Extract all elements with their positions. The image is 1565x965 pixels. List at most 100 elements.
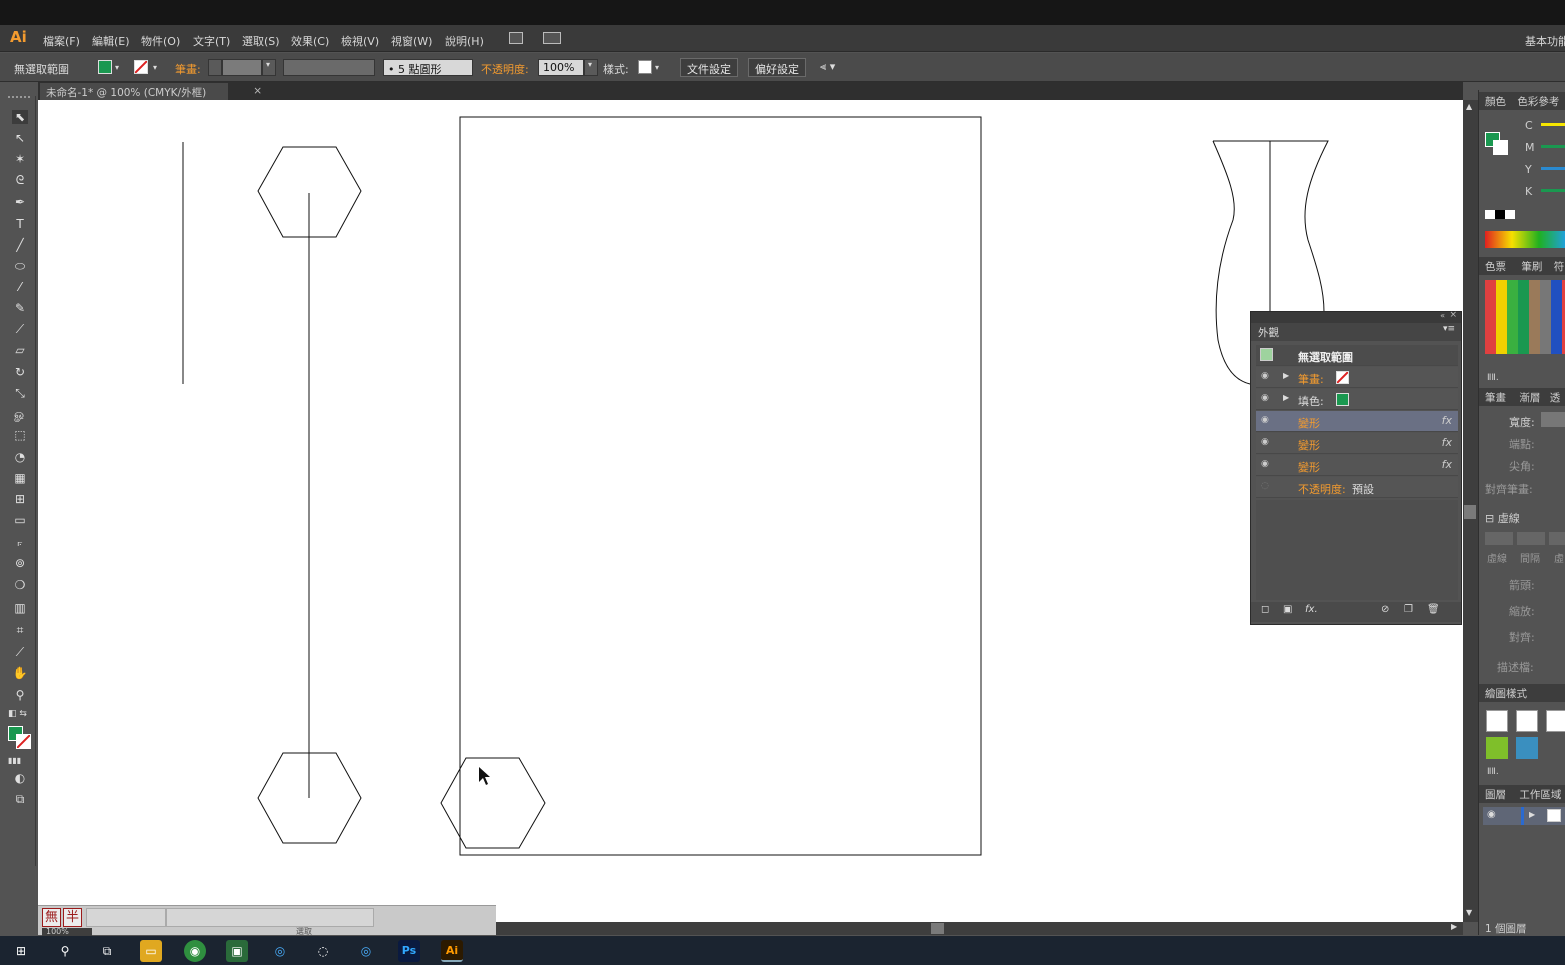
tab-appearance[interactable]: 外觀 bbox=[1258, 325, 1279, 340]
graphic-style-library-icon[interactable]: ⅡⅡ. bbox=[1487, 767, 1499, 777]
rectangle-frame[interactable] bbox=[459, 116, 982, 856]
mesh-tool-icon[interactable]: ⊞ bbox=[12, 492, 28, 506]
eyedropper-tool-icon[interactable]: ⟔ bbox=[12, 535, 28, 549]
vase-left-edge[interactable] bbox=[1212, 140, 1251, 385]
add-fill-icon[interactable]: ▣ bbox=[1283, 604, 1292, 615]
color-stroke-swatch[interactable] bbox=[1493, 140, 1508, 155]
collapse-icon[interactable]: « bbox=[1440, 311, 1445, 320]
windows-start-icon[interactable]: ⊞ bbox=[10, 940, 32, 962]
screen-mode-icon[interactable]: ⧉ bbox=[12, 792, 28, 806]
variable-width-profile[interactable] bbox=[283, 59, 375, 76]
gradient-tool-icon[interactable]: ▭ bbox=[12, 513, 28, 527]
zoom-level[interactable]: 100% bbox=[42, 928, 92, 936]
preferences-button[interactable]: 偏好設定 bbox=[748, 58, 806, 77]
tab-layers[interactable]: 圖層 bbox=[1485, 789, 1506, 801]
file-explorer-icon[interactable]: ▭ bbox=[140, 940, 162, 962]
stroke-row-label[interactable]: 筆畫: bbox=[1298, 371, 1324, 387]
stroke-row-swatch[interactable] bbox=[1336, 371, 1349, 384]
channel-y-slider[interactable] bbox=[1541, 167, 1565, 170]
effect-row-label[interactable]: 變形 bbox=[1298, 415, 1320, 431]
menu-view[interactable]: 檢視(V) bbox=[341, 33, 379, 49]
swatch-grid[interactable] bbox=[1485, 280, 1565, 354]
eye-icon[interactable]: ◉ bbox=[1261, 372, 1273, 381]
pen-tool-icon[interactable]: ✒ bbox=[12, 195, 28, 209]
scroll-thumb-horizontal[interactable] bbox=[931, 923, 944, 934]
chevron-down-icon[interactable]: ▾ bbox=[115, 63, 119, 72]
panel-grip[interactable] bbox=[8, 96, 30, 100]
artboard-tool-icon[interactable]: ⌗ bbox=[12, 623, 28, 637]
shape-builder-tool-icon[interactable]: ◔ bbox=[12, 450, 28, 464]
task-view-icon[interactable]: ⧉ bbox=[96, 940, 118, 962]
eye-icon[interactable]: ◉ bbox=[1261, 394, 1273, 403]
graphic-style-leaf[interactable] bbox=[1486, 737, 1508, 759]
paintbrush-tool-icon[interactable]: ⁄ bbox=[12, 280, 28, 294]
close-icon[interactable]: × bbox=[1449, 310, 1457, 320]
duplicate-item-icon[interactable]: ❐ bbox=[1404, 604, 1413, 615]
direct-selection-tool-icon[interactable]: ↖ bbox=[12, 131, 28, 145]
opacity-row-label[interactable]: 不透明度: bbox=[1298, 481, 1346, 497]
type-tool-icon[interactable]: T bbox=[12, 217, 28, 231]
chevron-down-icon[interactable]: ▾ bbox=[153, 63, 157, 72]
photoshop-icon[interactable]: Ps bbox=[398, 940, 420, 962]
tab-color-guide[interactable]: 色彩參考 bbox=[1517, 96, 1559, 108]
fx-icon[interactable]: fx bbox=[1442, 436, 1452, 449]
tab-transparency[interactable]: 透 bbox=[1550, 392, 1561, 404]
panel-menu-icon[interactable]: ▾≡ bbox=[1443, 324, 1455, 334]
effect-row[interactable]: ◉ 變形 fx bbox=[1256, 455, 1458, 476]
tab-swatches[interactable]: 色票 bbox=[1485, 261, 1506, 273]
stroke-width-input[interactable] bbox=[1541, 412, 1565, 427]
symbol-sprayer-tool-icon[interactable]: ❍ bbox=[12, 578, 28, 592]
chrome-icon[interactable]: ◉ bbox=[184, 940, 206, 962]
blend-tool-icon[interactable]: ⊚ bbox=[12, 556, 28, 570]
dash-gap-inputs[interactable] bbox=[1485, 532, 1565, 545]
draw-mode-icon[interactable]: ◐ bbox=[12, 771, 28, 785]
tab-artboards[interactable]: 工作區域 bbox=[1519, 789, 1561, 801]
slice-tool-icon[interactable]: ⟋ bbox=[12, 645, 28, 659]
channel-m-slider[interactable] bbox=[1541, 145, 1565, 148]
tab-stroke[interactable]: 筆畫 bbox=[1485, 392, 1506, 404]
document-setup-button[interactable]: 文件設定 bbox=[680, 58, 738, 77]
effect-row[interactable]: ◉ 變形 fx bbox=[1256, 411, 1458, 432]
tab-graphic-styles[interactable]: 繪圖樣式 bbox=[1485, 688, 1527, 700]
messenger-icon-2[interactable]: ◎ bbox=[355, 940, 377, 962]
color-mode-icons[interactable]: ▮▮▮ bbox=[8, 756, 21, 765]
obs-icon[interactable]: ◌ bbox=[312, 940, 334, 962]
opacity-label[interactable]: 不透明度: bbox=[481, 61, 529, 77]
stroke-weight-stepper[interactable] bbox=[208, 59, 222, 76]
chevron-down-icon[interactable]: ▾ bbox=[584, 59, 598, 76]
ime-mode-indicator[interactable]: 無 bbox=[42, 908, 61, 927]
graphic-style-none[interactable] bbox=[1516, 710, 1538, 732]
stroke-weight-input[interactable] bbox=[222, 59, 262, 76]
menu-file[interactable]: 檔案(F) bbox=[43, 33, 80, 49]
warp-tool-icon[interactable]: ௐ bbox=[12, 407, 28, 421]
bridge-icon[interactable] bbox=[509, 32, 523, 44]
search-icon[interactable]: ⚲ bbox=[54, 940, 76, 962]
free-transform-tool-icon[interactable]: ⬚ bbox=[12, 428, 28, 442]
tab-symbols[interactable]: 符 bbox=[1554, 261, 1565, 273]
horizontal-scrollbar[interactable]: ▶ bbox=[496, 922, 1463, 935]
arrange-documents-icon[interactable] bbox=[543, 32, 561, 44]
dashed-line-toggle[interactable]: ⊟ 虛線 bbox=[1485, 510, 1520, 526]
none-black-white-swatches[interactable] bbox=[1485, 210, 1515, 219]
ime-width-indicator[interactable]: 半 bbox=[63, 908, 82, 927]
vertical-scrollbar[interactable]: ▲ ▼ bbox=[1463, 100, 1478, 922]
eraser-tool-icon[interactable]: ▱ bbox=[12, 343, 28, 357]
zoom-tool-icon[interactable]: ⚲ bbox=[12, 688, 28, 702]
expand-arrow-icon[interactable]: ▶ bbox=[1283, 371, 1289, 380]
graphic-style-water[interactable] bbox=[1516, 737, 1538, 759]
graphic-style-third[interactable] bbox=[1546, 710, 1565, 732]
scroll-up-icon[interactable]: ▲ bbox=[1466, 102, 1472, 111]
tab-brushes[interactable]: 筆刷 bbox=[1521, 261, 1542, 273]
stroke-label[interactable]: 筆畫: bbox=[175, 61, 201, 77]
effect-row-label[interactable]: 變形 bbox=[1298, 459, 1320, 475]
pencil-tool-icon[interactable]: ✎ bbox=[12, 301, 28, 315]
blob-brush-tool-icon[interactable]: ⟋ bbox=[12, 322, 28, 336]
scale-tool-icon[interactable]: ⤡ bbox=[12, 386, 28, 400]
fill-row[interactable]: ◉ ▶ 填色: bbox=[1256, 389, 1458, 410]
menu-select[interactable]: 選取(S) bbox=[242, 33, 280, 49]
menu-effect[interactable]: 效果(C) bbox=[291, 33, 329, 49]
workspace-switcher[interactable]: 基本功能 bbox=[1525, 33, 1565, 49]
chevron-down-icon[interactable]: ▾ bbox=[262, 59, 276, 76]
fill-row-swatch[interactable] bbox=[1336, 393, 1349, 406]
fill-row-label[interactable]: 填色: bbox=[1298, 393, 1324, 409]
